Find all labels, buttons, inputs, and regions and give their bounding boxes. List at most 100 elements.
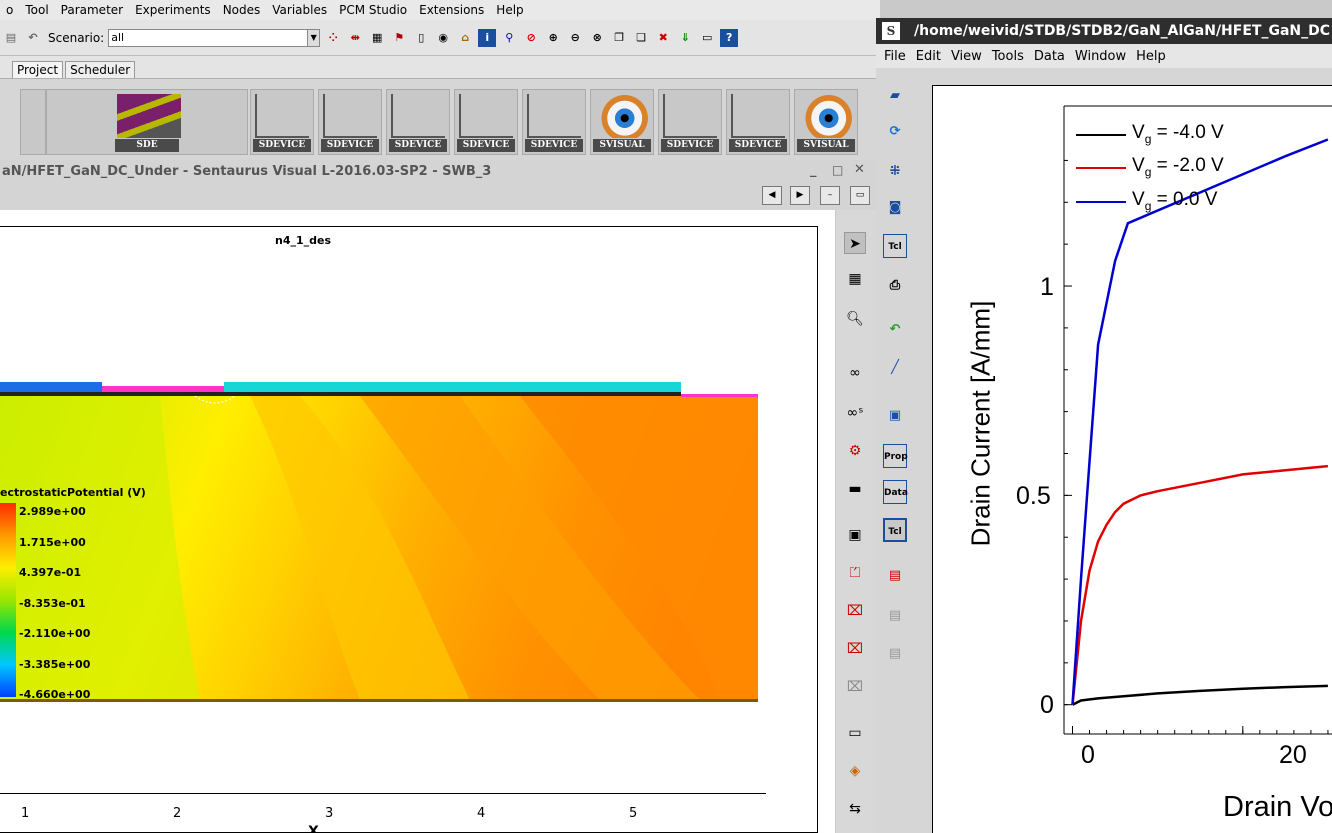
arrows-icon[interactable]: ⇹ (346, 29, 364, 47)
grid-view-icon[interactable]: ▦ (844, 268, 866, 290)
window-icon[interactable]: ▣ (844, 524, 866, 546)
minimize-icon[interactable]: – (820, 186, 840, 205)
menu-window[interactable]: Window (1070, 49, 1131, 64)
menu-data[interactable]: Data (1029, 49, 1070, 64)
tool-sdevice[interactable]: SDEVICE (658, 89, 722, 155)
menu-view[interactable]: View (946, 49, 987, 64)
basket-icon[interactable]: ⌂ (456, 29, 474, 47)
download-icon[interactable]: ⇓ (676, 29, 694, 47)
camera-icon[interactable]: ◙ (883, 196, 907, 220)
cut-x-icon[interactable]: ⌧ (844, 600, 866, 622)
scenario-select[interactable]: all ▼ (108, 28, 321, 47)
data-icon[interactable]: Data (883, 480, 908, 504)
zoom-icon[interactable]: 🔍︎ (844, 308, 866, 330)
zoom-reset-icon[interactable]: ⊗ (588, 29, 606, 47)
monitor-icon[interactable]: ▣ (883, 404, 907, 428)
dots-icon[interactable]: ⁘ (324, 29, 342, 47)
colormap-icon[interactable]: ▬ (844, 478, 866, 500)
ruler-icon[interactable]: ▭ (844, 722, 866, 744)
sdevice-icon (527, 94, 581, 138)
save-icon[interactable]: ▤ (2, 29, 20, 47)
prev-icon[interactable]: ◀ (762, 186, 782, 205)
tool-sdevice[interactable]: SDEVICE (522, 89, 586, 155)
menu-pcm-studio[interactable]: PCM Studio (333, 3, 413, 17)
select-arrow-icon[interactable]: ➤ (844, 232, 866, 254)
menu-tools[interactable]: Tools (987, 49, 1029, 64)
print-icon[interactable]: ⎙ (883, 274, 907, 298)
page-icon[interactable]: ▯ (412, 29, 430, 47)
dropdown-arrow-icon[interactable]: ▼ (307, 29, 320, 46)
tcl-script-icon[interactable]: Tcl (883, 234, 907, 258)
tool-label: SDE (115, 139, 179, 152)
link-icon[interactable]: ∞ (844, 362, 866, 384)
undo-icon[interactable]: ↶ (883, 318, 907, 342)
x-tick-label: 3 (325, 806, 334, 821)
menu-help[interactable]: Help (490, 3, 529, 17)
info-icon[interactable]: i (478, 28, 497, 47)
tool-sde[interactable]: SDE (46, 89, 248, 155)
reload-icon[interactable]: ⟳ (883, 120, 907, 144)
properties-icon[interactable]: Prop (883, 444, 908, 468)
swb-toolbar: ▤ ↶ Scenario: all ▼ ⁘ ⇹ ▦ ⚑ ▯ ◉ ⌂ i ⚲ ⊘ ⊕… (0, 20, 880, 56)
tool-sdevice[interactable]: SDEVICE (454, 89, 518, 155)
flag-icon[interactable]: ⚑ (390, 29, 408, 47)
copy-icon[interactable]: ❐ (610, 29, 628, 47)
cut-y-icon[interactable]: ⌧ (844, 638, 866, 660)
tool-sdevice[interactable]: SDEVICE (318, 89, 382, 155)
tool-sdevice[interactable]: SDEVICE (250, 89, 314, 155)
undo-icon[interactable]: ↶ (24, 29, 42, 47)
menu-edit[interactable]: Edit (911, 49, 946, 64)
menu-extensions[interactable]: Extensions (413, 3, 490, 17)
tool-sdevice[interactable]: SDEVICE (726, 89, 790, 155)
clapper-record-icon[interactable]: ▤ (883, 564, 907, 588)
network-icon[interactable]: ⁜ (883, 160, 907, 184)
y-axis-title: Drain Current [A/mm] (965, 300, 996, 547)
next-icon[interactable]: ▶ (790, 186, 810, 205)
menu-experiments[interactable]: Experiments (129, 3, 217, 17)
menu-nodes[interactable]: Nodes (217, 3, 267, 17)
sdevice-icon (731, 94, 785, 138)
link-s-icon[interactable]: ∞ˢ (844, 402, 866, 424)
paste-icon[interactable]: ❏ (632, 29, 650, 47)
tab-project[interactable]: Project (12, 61, 64, 78)
draw-line-icon[interactable]: ╱ (883, 356, 907, 380)
menu-file[interactable]: File (876, 49, 911, 64)
sdevice-icon (459, 94, 513, 138)
scale-icon[interactable]: ⇆ (844, 798, 866, 820)
restore-icon[interactable]: ▭ (850, 186, 870, 205)
maximize-icon[interactable]: □ (832, 163, 843, 177)
menu-variables[interactable]: Variables (266, 3, 333, 17)
legend-value: -3.385e+00 (19, 658, 91, 671)
clapper-icon[interactable]: ▤ (883, 642, 907, 666)
close-icon[interactable]: ✕ (854, 162, 865, 177)
legend-line (1076, 167, 1126, 169)
menu-tool[interactable]: Tool (19, 3, 54, 17)
stop-icon[interactable]: ⊘ (522, 29, 540, 47)
terminal-icon[interactable]: ▭ (698, 29, 716, 47)
zoom-out-icon[interactable]: ⊖ (566, 29, 584, 47)
device-contour[interactable] (0, 378, 760, 703)
tcl-console-icon[interactable]: Tcl (883, 518, 907, 542)
menu-partial[interactable]: o (0, 3, 19, 17)
grid-icon[interactable]: ▦ (368, 29, 386, 47)
clapper-icon[interactable]: ▤ (883, 604, 907, 628)
eye-icon[interactable]: ◉ (434, 29, 452, 47)
cut-icon[interactable]: ⏍ (844, 562, 866, 584)
cut-z-icon[interactable]: ⌧ (844, 676, 866, 698)
tool-sdevice[interactable]: SDEVICE (386, 89, 450, 155)
zoom-in-icon[interactable]: ⊕ (544, 29, 562, 47)
menu-help[interactable]: Help (1131, 49, 1171, 64)
tool-svisual[interactable]: SVISUAL (794, 89, 858, 155)
menu-parameter[interactable]: Parameter (55, 3, 129, 17)
delete-icon[interactable]: ✖ (654, 29, 672, 47)
tool-label: SDEVICE (253, 139, 311, 152)
minimize-icon[interactable]: _ (810, 163, 817, 178)
tab-scheduler[interactable]: Scheduler (65, 61, 136, 78)
open-folder-icon[interactable]: ▰ (883, 84, 907, 108)
sdevice-icon (663, 94, 717, 138)
tool-svisual[interactable]: SVISUAL (590, 89, 654, 155)
probe-icon[interactable]: ⚙ (844, 440, 866, 462)
run-icon[interactable]: ⚲ (500, 29, 518, 47)
help-icon[interactable]: ? (720, 28, 739, 47)
mesh-icon[interactable]: ◈ (844, 760, 866, 782)
